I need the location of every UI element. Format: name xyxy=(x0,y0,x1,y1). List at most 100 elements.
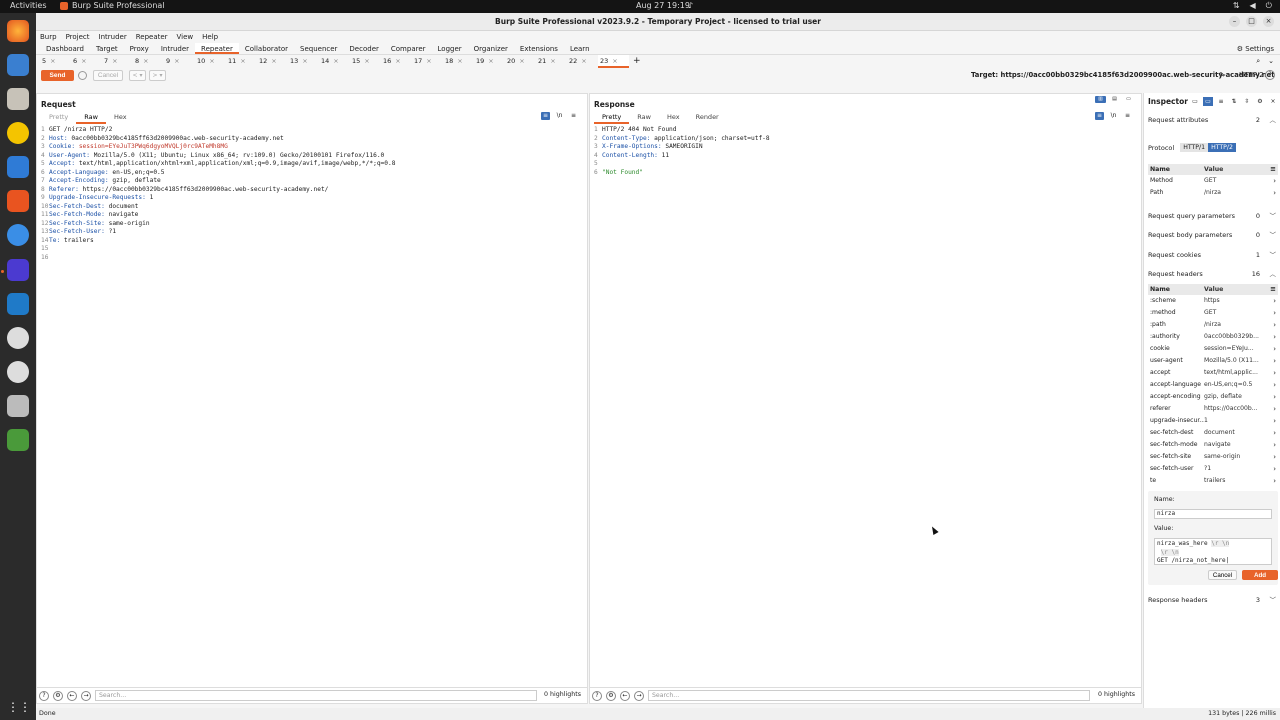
close-icon[interactable]: × xyxy=(271,57,276,65)
table-row[interactable]: accept text/html,applic... › xyxy=(1148,367,1278,379)
tab-sequencer[interactable]: Sequencer xyxy=(294,43,343,54)
chevron-right-icon[interactable]: › xyxy=(1273,391,1276,403)
vscode-icon[interactable] xyxy=(7,293,29,315)
repeater-tab-22[interactable]: 22 × xyxy=(567,55,598,68)
close-icon[interactable]: × xyxy=(395,57,400,65)
table-row[interactable]: referer https://0acc00b... › xyxy=(1148,403,1278,415)
table-row[interactable]: sec-fetch-user ?1 › xyxy=(1148,463,1278,475)
split-horizontal-icon[interactable]: ▥ xyxy=(1095,96,1106,103)
repeater-tab-13[interactable]: 13 × xyxy=(288,55,319,68)
prev-icon[interactable]: ← xyxy=(620,691,630,701)
section-request-headers[interactable]: Request headers 16 ︿ xyxy=(1148,268,1278,280)
repeater-tab-9[interactable]: 9 × xyxy=(164,55,195,68)
cancel-add-button[interactable]: Cancel xyxy=(1208,570,1237,580)
next-icon[interactable]: → xyxy=(81,691,91,701)
burp-dock-icon[interactable] xyxy=(7,259,29,281)
next-icon[interactable]: → xyxy=(634,691,644,701)
repeater-tab-20[interactable]: 20 × xyxy=(505,55,536,68)
chevron-right-icon[interactable]: › xyxy=(1273,415,1276,427)
close-icon[interactable]: × xyxy=(209,57,214,65)
repeater-tab-11[interactable]: 11 × xyxy=(226,55,257,68)
section-body-params[interactable]: Request body parameters 0 ﹀ xyxy=(1148,229,1278,241)
table-row[interactable]: :scheme https › xyxy=(1148,295,1278,307)
forward-button[interactable]: > ▾ xyxy=(149,70,166,81)
close-icon[interactable]: × xyxy=(174,57,179,65)
menu-burp[interactable]: Burp xyxy=(40,31,57,43)
columns-icon[interactable]: ≡ xyxy=(1270,284,1276,295)
close-icon[interactable]: × xyxy=(1268,97,1278,106)
expand-icon[interactable]: ⇳ xyxy=(1242,97,1252,106)
chevron-right-icon[interactable]: › xyxy=(1273,475,1276,487)
search-icon[interactable]: ⌕ xyxy=(1256,55,1260,68)
chevron-right-icon[interactable]: › xyxy=(1273,187,1276,199)
thunderbird-icon[interactable] xyxy=(7,54,29,76)
settings-icon[interactable]: ⚙ xyxy=(53,691,63,701)
menu-help[interactable]: Help xyxy=(202,31,218,43)
header-value-input[interactable]: nirza_was_here \r \n \r \n GET /nirza_no… xyxy=(1154,538,1272,565)
close-icon[interactable]: × xyxy=(302,57,307,65)
tab-intruder[interactable]: Intruder xyxy=(155,43,195,54)
repeater-tab-7[interactable]: 7 × xyxy=(102,55,133,68)
chevron-right-icon[interactable]: › xyxy=(1273,343,1276,355)
tab-extensions[interactable]: Extensions xyxy=(514,43,564,54)
close-icon[interactable]: × xyxy=(550,57,555,65)
chevron-right-icon[interactable]: › xyxy=(1273,319,1276,331)
help-icon[interactable]: ? xyxy=(39,691,49,701)
close-icon[interactable]: × xyxy=(81,57,86,65)
newline-icon[interactable]: \n xyxy=(1109,112,1118,120)
tab-proxy[interactable]: Proxy xyxy=(124,43,155,54)
send-options-icon[interactable] xyxy=(78,71,87,80)
protocol-http2[interactable]: HTTP/2 xyxy=(1208,143,1236,152)
writer-icon[interactable] xyxy=(7,156,29,178)
repeater-tab-18[interactable]: 18 × xyxy=(443,55,474,68)
help-icon[interactable] xyxy=(7,224,29,246)
table-row[interactable]: :method GET › xyxy=(1148,307,1278,319)
maximize-button[interactable]: □ xyxy=(1246,16,1257,27)
clock[interactable]: Aug 27 19:19 xyxy=(636,1,690,10)
close-icon[interactable]: × xyxy=(333,57,338,65)
close-icon[interactable]: × xyxy=(612,57,617,65)
columns-icon[interactable]: ≡ xyxy=(1270,164,1276,175)
repeater-tab-5[interactable]: 5 × xyxy=(40,55,71,68)
close-icon[interactable]: × xyxy=(112,57,117,65)
tab-decoder[interactable]: Decoder xyxy=(343,43,384,54)
menu-project[interactable]: Project xyxy=(66,31,90,43)
chevron-right-icon[interactable]: › xyxy=(1273,439,1276,451)
close-icon[interactable]: × xyxy=(488,57,493,65)
table-row[interactable]: accept-encoding gzip, deflate › xyxy=(1148,391,1278,403)
add-header-button[interactable]: Add xyxy=(1242,570,1278,580)
repeater-tab-16[interactable]: 16 × xyxy=(381,55,412,68)
section-response-headers[interactable]: Response headers 3 ﹀ xyxy=(1148,594,1278,606)
response-tab-render[interactable]: Render xyxy=(688,112,727,124)
newline-icon[interactable]: \n xyxy=(555,112,564,120)
table-row[interactable]: cookie session=EYeJu... › xyxy=(1148,343,1278,355)
repeater-tab-10[interactable]: 10 × xyxy=(195,55,226,68)
protocol-http1[interactable]: HTTP/1 xyxy=(1180,143,1209,152)
response-tab-pretty[interactable]: Pretty xyxy=(594,112,630,124)
collapse-icon[interactable]: ⇅ xyxy=(1229,97,1239,106)
help-icon[interactable]: ? xyxy=(592,691,602,701)
drive-icon[interactable] xyxy=(7,395,29,417)
chevron-right-icon[interactable]: › xyxy=(1273,295,1276,307)
system-tray[interactable]: ⇅ ◀ ⏻ xyxy=(1233,1,1272,11)
close-button[interactable]: × xyxy=(1263,16,1274,27)
table-row[interactable]: sec-fetch-mode navigate › xyxy=(1148,439,1278,451)
repeater-tab-14[interactable]: 14 × xyxy=(319,55,350,68)
section-query-params[interactable]: Request query parameters 0 ﹀ xyxy=(1148,210,1278,222)
chevron-right-icon[interactable]: › xyxy=(1273,427,1276,439)
back-button[interactable]: < ▾ xyxy=(129,70,146,81)
header-name-input[interactable]: nirza xyxy=(1154,509,1272,519)
minimize-button[interactable]: – xyxy=(1229,16,1240,27)
split-vertical-icon[interactable]: ▤ xyxy=(1109,96,1120,103)
menu-icon[interactable]: ≡ xyxy=(1123,112,1132,120)
request-tab-hex[interactable]: Hex xyxy=(106,112,135,124)
table-row[interactable]: upgrade-insecur... 1 › xyxy=(1148,415,1278,427)
disc-icon[interactable] xyxy=(7,327,29,349)
table-row[interactable]: Path/nirza › xyxy=(1148,187,1278,199)
settings-icon[interactable]: ⚙ xyxy=(1255,97,1265,106)
table-row[interactable]: user-agent Mozilla/5.0 (X11... › xyxy=(1148,355,1278,367)
chevron-right-icon[interactable]: › xyxy=(1273,355,1276,367)
menu-icon[interactable]: ≡ xyxy=(569,112,578,120)
response-tab-hex[interactable]: Hex xyxy=(659,112,688,124)
chevron-down-icon[interactable]: ⌄ xyxy=(1268,55,1274,68)
